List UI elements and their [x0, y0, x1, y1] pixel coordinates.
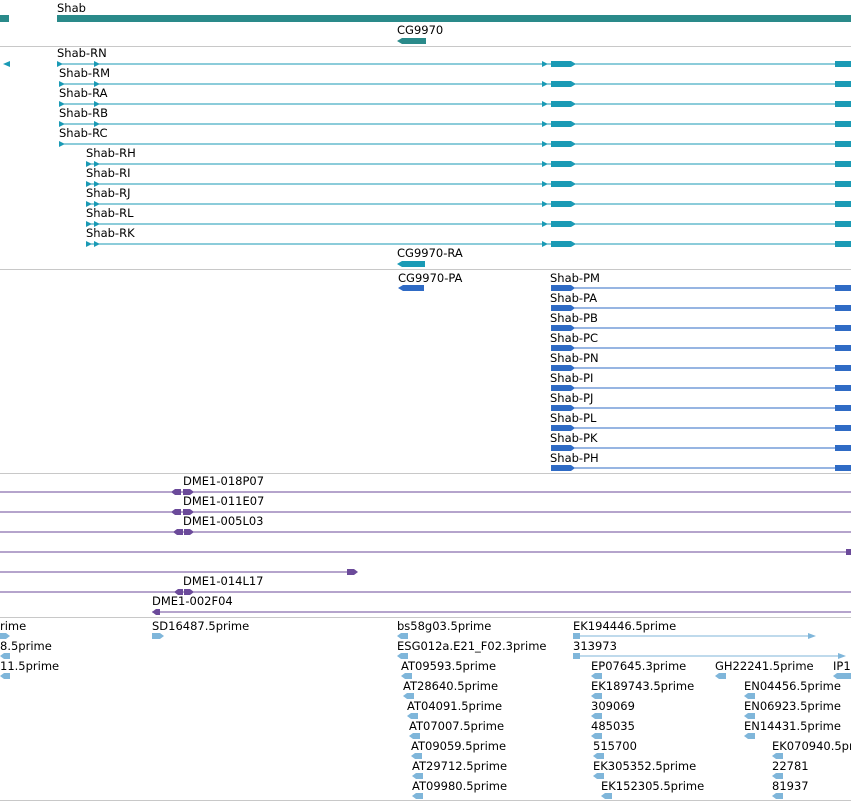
- gene-bar-shab[interactable]: [57, 15, 851, 22]
- est-label[interactable]: EN04456.5prime: [744, 679, 841, 693]
- est-label[interactable]: EP07645.3prime: [591, 659, 686, 673]
- protein-label[interactable]: Shab-PM: [550, 271, 600, 285]
- transcript-row[interactable]: [59, 81, 851, 87]
- transcript-label[interactable]: Shab-RC: [59, 126, 108, 140]
- transcript-label[interactable]: Shab-RI: [86, 166, 130, 180]
- est-label[interactable]: 22781: [772, 759, 809, 773]
- protein-row[interactable]: [551, 385, 851, 391]
- protein-label[interactable]: CG9970-PA: [398, 271, 463, 285]
- clone-row[interactable]: [0, 569, 358, 575]
- est-feature[interactable]: [0, 673, 10, 679]
- transcript-label[interactable]: Shab-RB: [59, 106, 108, 120]
- clone-track: DME1-018P07 DME1-011E07 DME1-005L03 DME1…: [0, 474, 851, 615]
- est-label[interactable]: 515700: [593, 739, 637, 753]
- est-label[interactable]: EN14431.5prime: [744, 719, 841, 733]
- est-feature[interactable]: [412, 793, 423, 799]
- est-label[interactable]: 313973: [573, 639, 617, 653]
- clone-label[interactable]: DME1-014L17: [183, 574, 264, 588]
- clone-row[interactable]: [0, 589, 851, 595]
- est-label[interactable]: AT07007.5prime: [409, 719, 504, 733]
- est-label[interactable]: rime: [0, 619, 26, 633]
- clone-row[interactable]: [0, 509, 851, 515]
- est-label[interactable]: AT04091.5prime: [407, 699, 502, 713]
- est-label[interactable]: 11.5prime: [0, 659, 59, 673]
- protein-row[interactable]: [551, 465, 851, 471]
- protein-label[interactable]: Shab-PH: [550, 451, 599, 465]
- est-label[interactable]: GH22241.5prime: [715, 659, 814, 673]
- transcript-row[interactable]: [86, 181, 851, 187]
- est-label[interactable]: 8.5prime: [0, 639, 52, 653]
- protein-row[interactable]: [551, 365, 851, 371]
- clone-row[interactable]: [0, 529, 851, 535]
- clone-row[interactable]: [152, 609, 851, 615]
- protein-label[interactable]: Shab-PK: [550, 431, 598, 445]
- transcript-label[interactable]: Shab-RN: [57, 46, 107, 60]
- transcript-label[interactable]: Shab-RJ: [86, 186, 130, 200]
- gene-label-shab[interactable]: Shab: [57, 1, 86, 15]
- protein-cg9970-pa[interactable]: [398, 285, 424, 291]
- transcript-row[interactable]: [59, 101, 851, 107]
- protein-label[interactable]: Shab-PL: [550, 411, 597, 425]
- est-label[interactable]: EN06923.5prime: [744, 699, 841, 713]
- est-label[interactable]: EK305352.5prime: [593, 759, 696, 773]
- clone-label[interactable]: DME1-011E07: [183, 494, 264, 508]
- gene-track: Shab CG9970: [0, 1, 851, 44]
- protein-label[interactable]: Shab-PN: [550, 351, 599, 365]
- protein-track: CG9970-PA Shab-PM Shab-PA Shab-PB Shab-P…: [398, 271, 851, 471]
- est-feature[interactable]: [715, 673, 726, 679]
- transcript-row[interactable]: [86, 201, 851, 207]
- est-track: rime 8.5prime 11.5prime SD16487.5prime b…: [0, 619, 851, 799]
- est-feature[interactable]: [744, 733, 755, 739]
- transcript-cg9970-ra[interactable]: [397, 261, 425, 267]
- transcript-track: Shab-RN Shab-RM Shab-RA Shab-RB Shab-RC …: [3, 46, 851, 267]
- est-label[interactable]: 485035: [591, 719, 635, 733]
- transcript-label[interactable]: Shab-RM: [59, 66, 110, 80]
- gene-bar-left-fragment[interactable]: [0, 15, 9, 22]
- est-label[interactable]: 81937: [772, 779, 809, 793]
- transcript-label[interactable]: Shab-RK: [86, 226, 135, 240]
- est-label[interactable]: EK194446.5prime: [573, 619, 676, 633]
- clone-label[interactable]: DME1-018P07: [183, 474, 264, 488]
- est-feature[interactable]: [772, 793, 783, 799]
- clone-label[interactable]: DME1-002F04: [152, 594, 233, 608]
- est-label[interactable]: SD16487.5prime: [152, 619, 249, 633]
- clone-label[interactable]: DME1-005L03: [183, 514, 264, 528]
- transcript-row[interactable]: [59, 141, 851, 147]
- protein-label[interactable]: Shab-PC: [550, 331, 598, 345]
- est-label[interactable]: EK070940.5prime: [772, 739, 851, 753]
- protein-label[interactable]: Shab-PJ: [550, 391, 593, 405]
- genome-browser-tracks: Shab CG9970 Shab-RN Shab-RM Shab-RA Shab…: [0, 1, 851, 801]
- transcript-row[interactable]: [86, 241, 851, 247]
- clone-row[interactable]: [0, 549, 851, 555]
- protein-label[interactable]: Shab-PA: [550, 291, 597, 305]
- transcript-label[interactable]: Shab-RH: [86, 146, 136, 160]
- est-label[interactable]: ESG012a.E21_F02.3prime: [397, 639, 547, 653]
- gene-bar-cg9970[interactable]: [397, 38, 426, 44]
- protein-label[interactable]: Shab-PB: [550, 311, 598, 325]
- est-label[interactable]: 309069: [591, 699, 635, 713]
- est-label[interactable]: EK189743.5prime: [591, 679, 694, 693]
- gene-label-cg9970[interactable]: CG9970: [397, 23, 443, 37]
- transcript-row[interactable]: [86, 161, 851, 167]
- est-label[interactable]: AT28640.5prime: [403, 679, 498, 693]
- transcript-label[interactable]: Shab-RA: [59, 86, 108, 100]
- est-label[interactable]: AT09593.5prime: [401, 659, 496, 673]
- est-feature[interactable]: [601, 793, 612, 799]
- est-label[interactable]: IP1: [833, 659, 851, 673]
- est-label[interactable]: AT29712.5prime: [412, 759, 507, 773]
- est-label[interactable]: AT09980.5prime: [412, 779, 507, 793]
- est-label[interactable]: AT09059.5prime: [411, 739, 506, 753]
- clone-row[interactable]: [0, 489, 851, 495]
- protein-label[interactable]: Shab-PI: [550, 371, 593, 385]
- est-feature[interactable]: [152, 633, 164, 639]
- transcript-row[interactable]: [86, 221, 851, 227]
- transcript-row[interactable]: [57, 61, 851, 67]
- transcript-left-fragment-arrow[interactable]: [3, 61, 10, 67]
- est-label[interactable]: EK152305.5prime: [601, 779, 704, 793]
- transcript-label[interactable]: CG9970-RA: [397, 246, 463, 260]
- est-label[interactable]: bs58g03.5prime: [397, 619, 491, 633]
- transcript-row[interactable]: [59, 121, 851, 127]
- transcript-label[interactable]: Shab-RL: [86, 206, 134, 220]
